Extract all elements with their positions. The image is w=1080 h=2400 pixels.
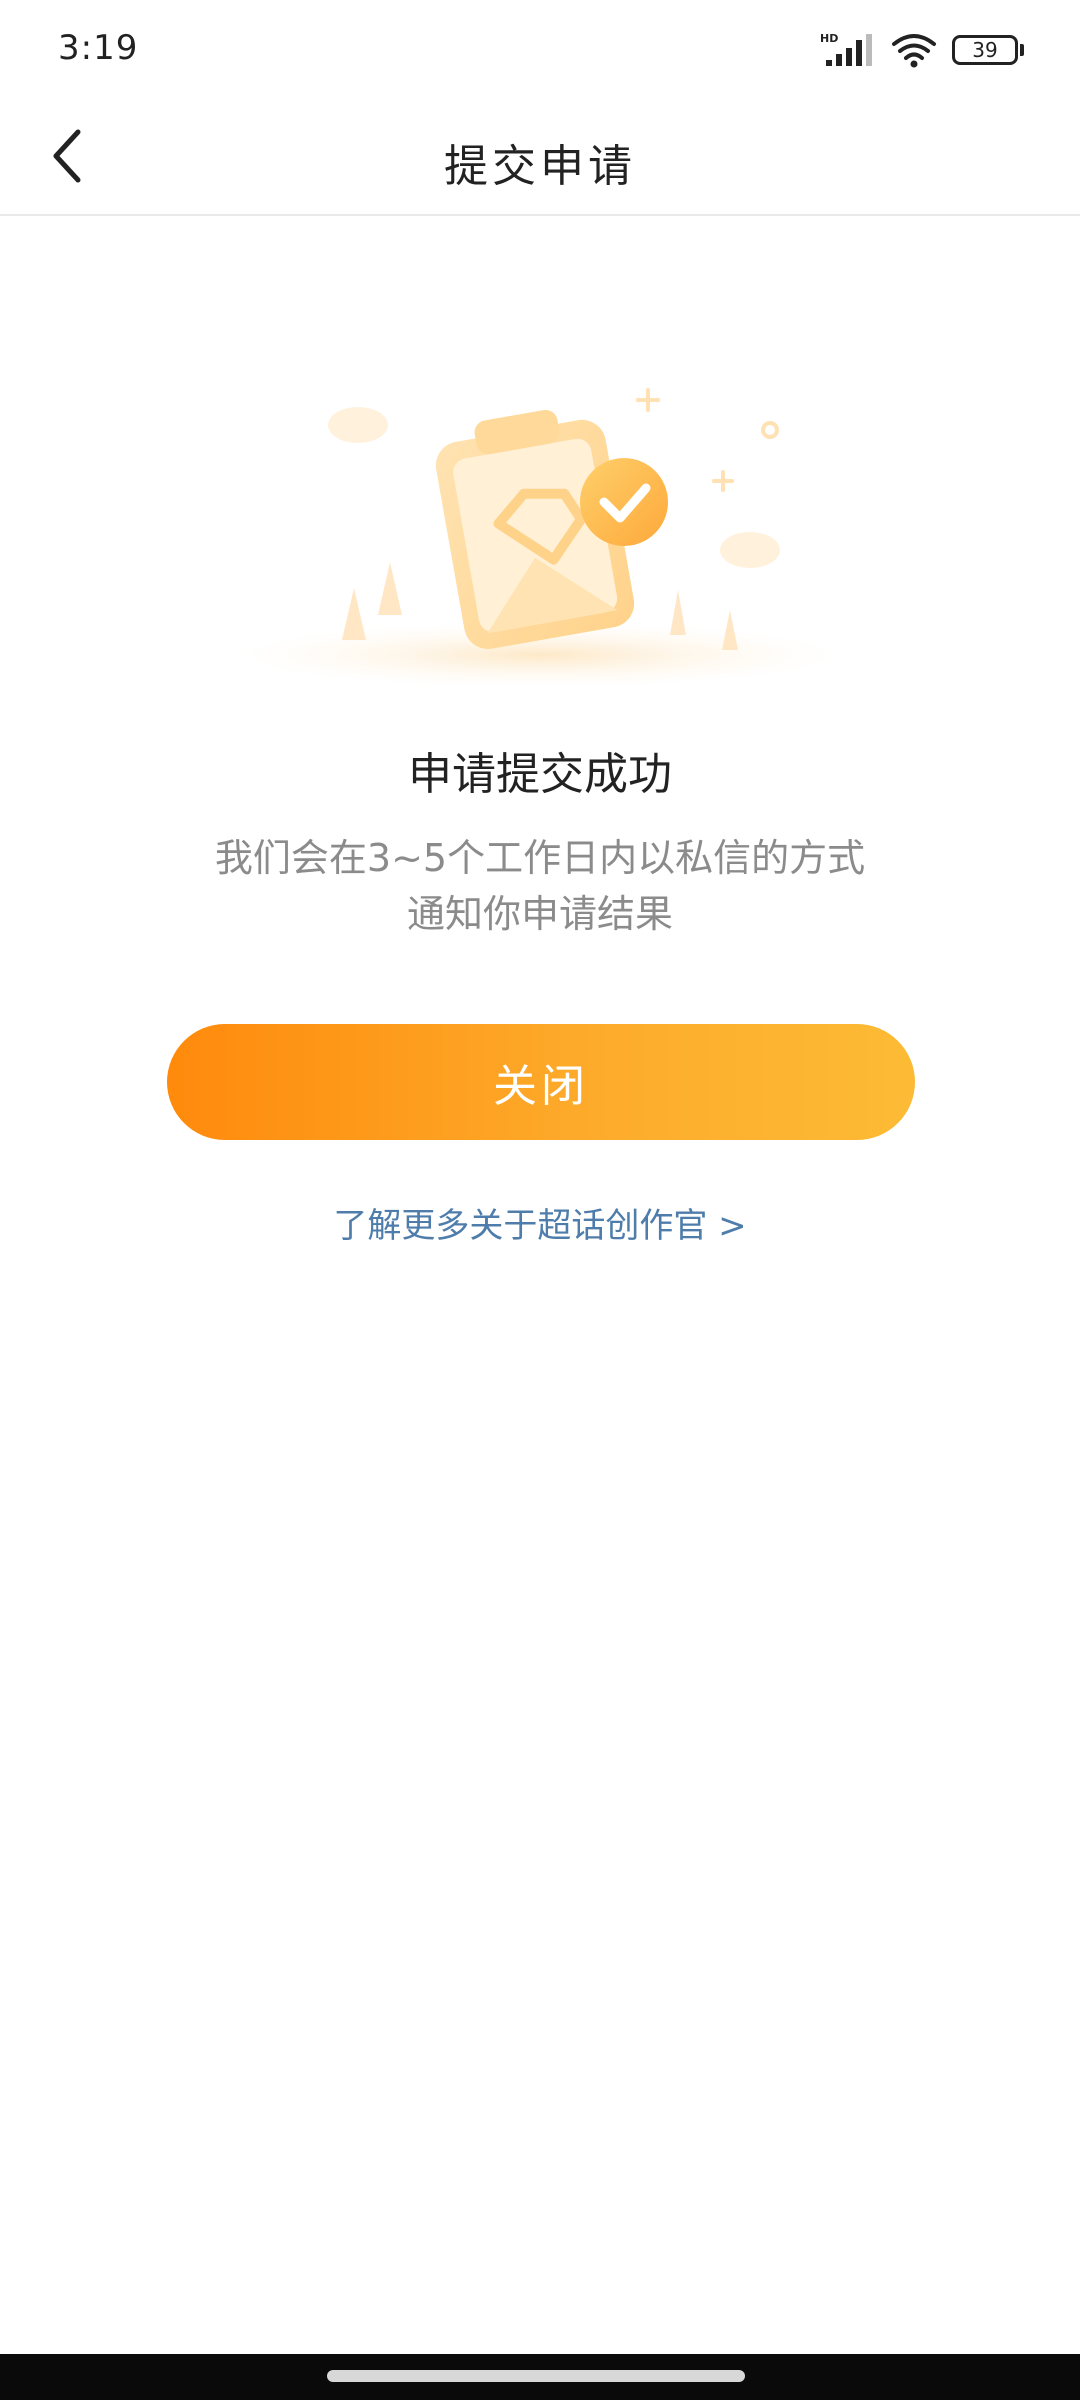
wifi-icon (890, 32, 938, 68)
description-line-2: 通知你申请结果 (406, 892, 673, 936)
hd-badge: HD (820, 32, 838, 45)
status-icons: HD 39 (820, 28, 1024, 72)
clipboard-check-illustration (230, 370, 850, 690)
learn-more-link[interactable]: 了解更多关于超话创作官 > (0, 1198, 1080, 1247)
success-description: 我们会在3~5个工作日内以私信的方式 通知你申请结果 (180, 830, 900, 942)
battery-icon: 39 (952, 35, 1024, 65)
battery-level: 39 (972, 38, 998, 62)
gesture-bar (0, 2354, 1080, 2400)
success-title: 申请提交成功 (408, 749, 672, 800)
home-indicator[interactable] (327, 2370, 745, 2382)
description-line-1: 我们会在3~5个工作日内以私信的方式 (214, 836, 866, 880)
page-title: 提交申请 (444, 141, 636, 192)
signal-icon: HD (820, 32, 876, 68)
nav-bar: 提交申请 (0, 100, 1080, 216)
status-bar: 3:19 HD 39 (0, 0, 1080, 100)
status-time: 3:19 (58, 28, 139, 68)
close-button[interactable]: 关闭 (167, 1024, 915, 1140)
